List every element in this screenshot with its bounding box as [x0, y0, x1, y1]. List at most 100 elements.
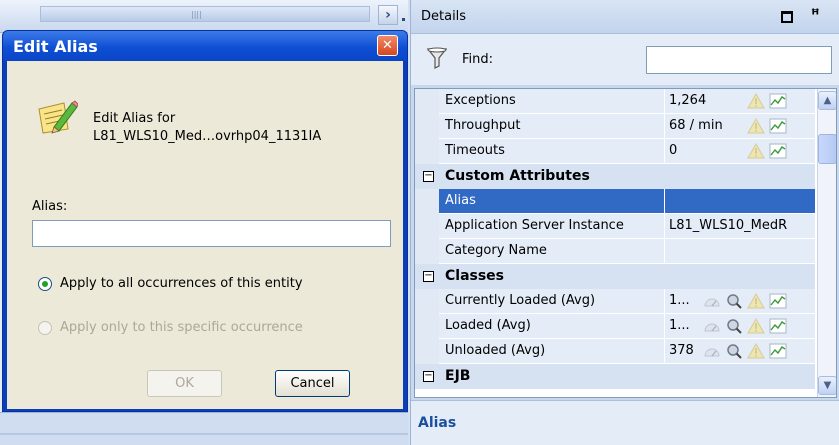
property-value[interactable]: 68 / min [665, 114, 815, 139]
left-divider [0, 433, 408, 435]
chart-icon[interactable] [769, 318, 787, 334]
description-title: Alias [418, 415, 457, 431]
chart-icon[interactable] [769, 343, 787, 359]
property-name: Timeouts [439, 139, 665, 164]
chart-icon[interactable] [769, 143, 787, 159]
alias-input[interactable] [32, 220, 391, 247]
pin-icon[interactable]: ꟸ [811, 7, 820, 23]
edit-alias-dialog: Edit Alias ✕ Edit Alias for L81_WLS10_Me… [2, 30, 408, 412]
magnifier-icon[interactable] [725, 293, 743, 309]
warning-icon[interactable] [747, 142, 765, 159]
property-name: Loaded (Avg) [439, 314, 665, 339]
gauge-icon[interactable] [703, 293, 721, 309]
dialog-heading: Edit Alias for [93, 111, 176, 126]
property-value[interactable] [665, 189, 815, 214]
scroll-thumb[interactable] [818, 134, 836, 164]
splitter-handle[interactable] [402, 18, 405, 21]
property-value-text: 0 [669, 143, 678, 158]
property-row[interactable]: Currently Loaded (Avg) 1... [415, 289, 815, 314]
property-name: Currently Loaded (Avg) [439, 289, 665, 314]
chart-icon[interactable] [769, 93, 787, 109]
property-name: Unloaded (Avg) [439, 339, 665, 364]
row-gutter [415, 289, 439, 314]
warning-icon[interactable] [747, 292, 765, 309]
find-input[interactable] [646, 46, 832, 74]
apply-all-radio[interactable] [38, 276, 52, 291]
apply-all-label: Apply to all occurrences of this entity [60, 276, 303, 291]
filter-icon [427, 47, 447, 69]
property-value[interactable]: L81_WLS10_MedR [665, 214, 815, 239]
scroll-up-button[interactable]: ▲ [818, 91, 836, 110]
dialog-title-bar[interactable]: Edit Alias ✕ [3, 31, 407, 61]
property-value[interactable]: 1,264 [665, 89, 815, 114]
property-value-text: 1... [669, 318, 690, 333]
property-name: Throughput [439, 114, 665, 139]
magnifier-icon[interactable] [725, 343, 743, 359]
property-value-text: 68 / min [669, 118, 723, 133]
description-bar: Alias [411, 400, 839, 445]
property-row[interactable]: Loaded (Avg) 1... [415, 314, 815, 339]
property-name: Category Name [439, 239, 665, 264]
chart-icon[interactable] [769, 293, 787, 309]
gauge-icon[interactable] [703, 318, 721, 334]
apply-all-option[interactable]: Apply to all occurrences of this entity [38, 276, 303, 291]
warning-icon[interactable] [747, 342, 765, 359]
property-value-text: 1,264 [669, 93, 707, 108]
property-row[interactable]: Category Name [415, 239, 815, 264]
property-section[interactable]: − Custom Attributes [415, 164, 815, 189]
property-section[interactable]: − EJB [415, 364, 815, 389]
property-row[interactable]: Timeouts 0 [415, 139, 815, 164]
property-row[interactable]: Throughput 68 / min [415, 114, 815, 139]
ok-button[interactable]: OK [147, 370, 222, 397]
section-label: EJB [445, 368, 471, 384]
row-gutter [415, 339, 439, 364]
property-name: Alias [439, 189, 665, 214]
property-row[interactable]: Alias [415, 189, 815, 214]
property-row[interactable]: Exceptions 1,264 [415, 89, 815, 114]
find-label: Find: [462, 52, 494, 67]
close-button[interactable]: ✕ [377, 35, 398, 56]
scrollbar-grip-icon: |||| [191, 10, 202, 19]
left-toolbar: |||| › [0, 0, 408, 33]
row-gutter [415, 139, 439, 164]
warning-icon[interactable] [747, 117, 765, 134]
apply-specific-label: Apply only to this specific occurrence [60, 320, 303, 335]
collapse-icon[interactable]: − [423, 371, 434, 382]
dialog-body: Edit Alias for L81_WLS10_Med…ovrhp04_113… [7, 61, 403, 409]
property-row[interactable]: Unloaded (Avg) 378 [415, 339, 815, 364]
warning-icon[interactable] [747, 317, 765, 334]
section-label: Classes [445, 268, 505, 284]
collapse-icon[interactable]: − [423, 171, 434, 182]
warning-icon[interactable] [747, 92, 765, 109]
property-value[interactable]: 1... [665, 314, 815, 339]
property-value[interactable]: 1... [665, 289, 815, 314]
left-status-area [0, 412, 408, 445]
grid-scrollbar[interactable]: ▲ ▼ [817, 89, 836, 397]
scroll-down-button[interactable]: ▼ [818, 376, 836, 395]
property-section[interactable]: − Classes [415, 264, 815, 289]
row-gutter [415, 114, 439, 139]
property-value[interactable]: 378 [665, 339, 815, 364]
property-value[interactable] [665, 239, 815, 264]
maximize-icon[interactable] [781, 11, 793, 23]
splitter-expand-button[interactable]: › [378, 5, 398, 25]
property-value-text: 1... [669, 293, 690, 308]
property-name: Application Server Instance [439, 214, 665, 239]
find-bar: Find: [411, 33, 839, 85]
collapse-icon[interactable]: − [423, 271, 434, 282]
chart-icon[interactable] [769, 118, 787, 134]
property-grid: Exceptions 1,264 Throughput 68 / min Timeout… [414, 88, 837, 398]
alias-label: Alias: [32, 199, 68, 214]
row-gutter [415, 314, 439, 339]
row-gutter [415, 239, 439, 264]
cancel-button[interactable]: Cancel [275, 370, 350, 397]
gauge-icon[interactable] [703, 343, 721, 359]
property-value[interactable]: 0 [665, 139, 815, 164]
details-title: Details [421, 9, 467, 24]
left-panel-scrollbar[interactable]: |||| [40, 6, 370, 22]
row-gutter [415, 214, 439, 239]
property-row[interactable]: Application Server Instance L81_WLS10_Med… [415, 214, 815, 239]
magnifier-icon[interactable] [725, 318, 743, 334]
apply-specific-radio [38, 320, 52, 335]
row-gutter [415, 189, 439, 214]
